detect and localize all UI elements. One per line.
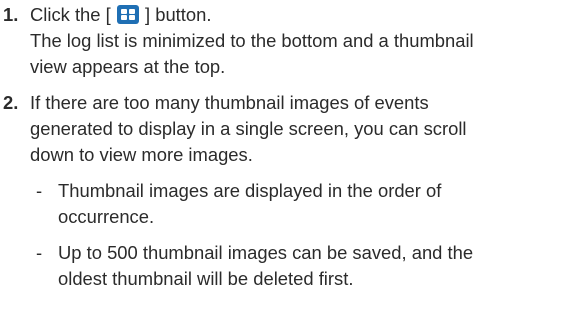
note-line: Up to 500 thumbnail images can be saved,… <box>58 242 474 263</box>
step-2-line-1: If there are too many thumbnail images o… <box>30 92 429 113</box>
step-number: 2. <box>3 92 19 113</box>
step-1-text-after-icon: ] button. <box>145 4 212 25</box>
note-dash: - <box>36 180 43 201</box>
instruction-steps: 1. Click the [ ] button. The log list is… <box>0 2 573 302</box>
step-1-line-2: The log list is minimized to the bottom … <box>30 30 474 51</box>
step-1-text-before-icon: Click the [ <box>30 4 111 25</box>
grid-view-icon <box>116 5 139 24</box>
step-1-line-3: view appears at the top. <box>30 56 226 77</box>
note-item: - Up to 500 thumbnail images can be save… <box>30 240 573 292</box>
step-2-line-3: down to view more images. <box>30 144 253 165</box>
note-line: Thumbnail images are displayed in the or… <box>58 180 442 201</box>
note-dash: - <box>36 242 43 263</box>
note-line: oldest thumbnail will be deleted first. <box>58 268 354 289</box>
step-2-line-2: generated to display in a single screen,… <box>30 118 467 139</box>
step-1: 1. Click the [ ] button. The log list is… <box>0 2 573 80</box>
step-1-line-1: Click the [ ] button. <box>30 2 573 28</box>
step-2: 2. If there are too many thumbnail image… <box>0 90 573 292</box>
note-line: occurrence. <box>58 206 155 227</box>
note-item: - Thumbnail images are displayed in the … <box>30 178 573 230</box>
step-number: 1. <box>3 4 19 25</box>
step-2-notes: - Thumbnail images are displayed in the … <box>30 178 573 292</box>
